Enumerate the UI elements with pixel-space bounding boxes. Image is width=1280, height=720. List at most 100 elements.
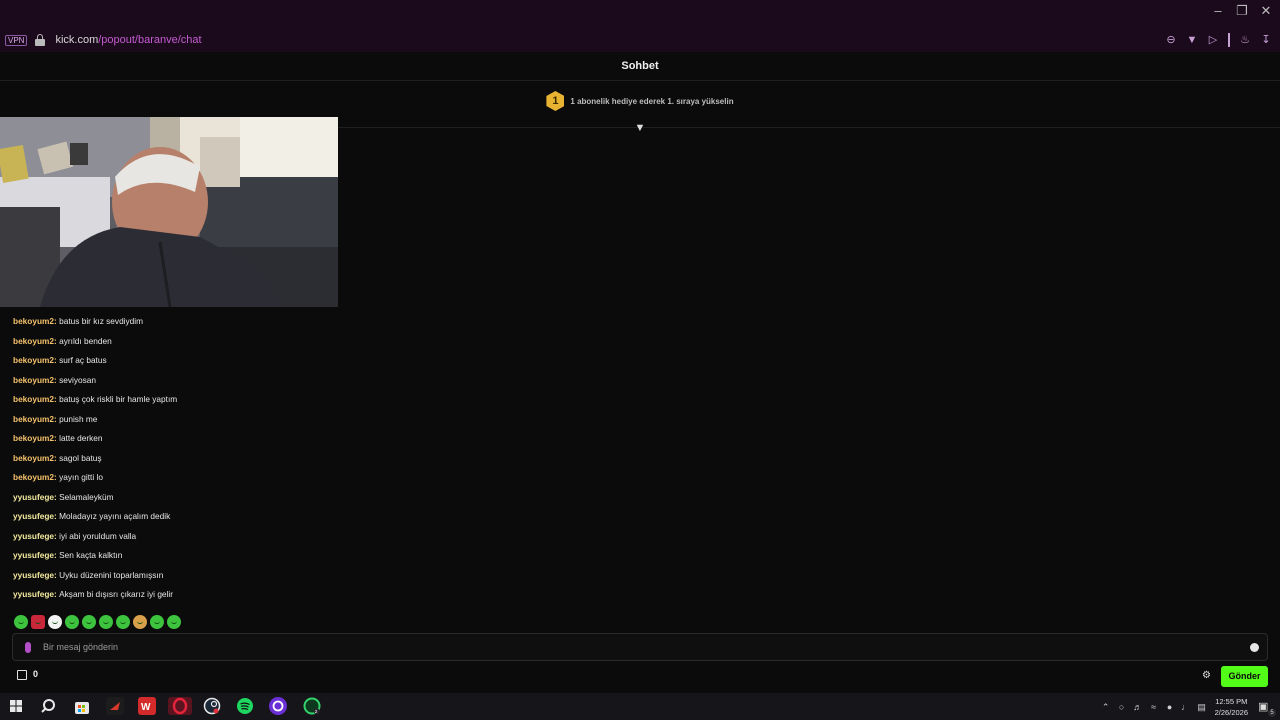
message-input-container[interactable] [12,633,1268,661]
frog-emote-6[interactable] [116,615,130,629]
chat-message: bekoyum2: latte derken [13,430,177,450]
chat-message: yyusufege: Sen kaçta kalktın [13,547,177,567]
frog-emote-9[interactable] [167,615,181,629]
send-button[interactable]: Gönder [1221,666,1268,687]
meet-now-icon[interactable]: ○ [1117,702,1127,712]
face-emote-7[interactable] [133,615,147,629]
emote-bar [14,615,181,629]
frog-emote-5[interactable] [99,615,113,629]
chat-actions: 0 ⚙ Gönder [0,664,1280,689]
gift-count: 0 [33,669,39,679]
message-username[interactable]: bekoyum2 [13,316,54,326]
pocket-icon[interactable]: ▼ [1186,34,1198,46]
minimize-icon[interactable]: – [1212,4,1224,18]
chat-message: bekoyum2: punish me [13,411,177,431]
gear-icon[interactable]: ⚙ [1202,671,1211,681]
wps-icon[interactable]: W [138,697,156,715]
microphone-icon[interactable] [25,642,31,653]
chat-message: bekoyum2: surf aç batus [13,352,177,372]
message-text: batus bir kız sevdiydim [59,316,144,326]
message-username[interactable]: bekoyum2 [13,453,54,463]
chat-title: Sohbet [621,60,659,72]
chat-message: bekoyum2: sagol batuş [13,450,177,470]
wifi-off-icon[interactable]: ≈ [1149,702,1159,712]
emoji-picker-icon[interactable] [1250,643,1259,652]
chat-message: bekoyum2: seviyosan [13,372,177,392]
store-icon[interactable] [73,697,91,715]
message-username[interactable]: bekoyum2 [13,375,54,385]
volume-icon[interactable]: ♬ [1133,702,1143,712]
chat-message: bekoyum2: ayrıldı benden [13,333,177,353]
gift-leaderboard-prompt[interactable]: 1 1 abonelik hediye ederek 1. sıraya yük… [0,82,1280,120]
message-username[interactable]: bekoyum2 [13,394,54,404]
chat-message: bekoyum2: batuş çok riskli bir hamle yap… [13,391,177,411]
whatsapp-icon[interactable]: 2 [303,697,321,715]
message-text: sagol batuş [59,452,102,463]
message-text: punish me [59,413,98,424]
send-icon[interactable]: ▷ [1207,34,1219,46]
message-text: iyi abi yoruldum valla [59,530,137,541]
spotify-icon[interactable] [236,697,254,715]
url-host: kick.com [55,34,99,46]
chat-message: yyusufege: Akşam bi dışısrı çıkarız iyi … [13,586,177,606]
extensions-icon[interactable]: ♨ [1239,34,1251,46]
url-text[interactable]: kick.com/popout/baranve/chat [55,34,201,46]
message-username[interactable]: yyusufege [13,511,54,521]
address-bar[interactable]: VPN kick.com/popout/baranve/chat ⊖ ▼ ▷ ♨… [0,28,1280,52]
svg-text:W: W [141,702,151,713]
message-text: Akşam bi dışısrı çıkarız iyi gelir [59,589,174,599]
gift-prompt-text: 1 abonelik hediye ederek 1. sıraya yükse… [570,96,734,106]
start-icon[interactable] [7,697,25,715]
stream-webcam-image [0,117,338,307]
scroll-down-icon[interactable]: ▼ [634,122,646,134]
zoom-out-icon[interactable]: ⊖ [1165,34,1177,46]
message-text: Moladayız yayını açalım dedik [59,511,171,521]
message-text: yayın gitti lo [59,472,103,482]
vpn-badge[interactable]: VPN [5,34,28,46]
chevron-up-icon[interactable]: ⌃ [1101,702,1111,712]
frog-emote-8[interactable] [150,615,164,629]
system-clock[interactable]: 12:55 PM 2/26/2026 [1215,696,1248,718]
network-icon[interactable]: ▤ [1197,702,1207,712]
gift-icon[interactable] [17,670,27,680]
search-icon[interactable] [39,697,57,715]
message-text: Sen kaçta kalktın [59,550,123,560]
download-icon[interactable]: ↧ [1260,34,1272,46]
steam-icon[interactable] [203,697,221,715]
speaker-icon[interactable]: ♩ [1181,702,1191,712]
chat-message: yyusufege: Moladayız yayını açalım dedik [13,508,177,528]
message-username[interactable]: bekoyum2 [13,433,54,443]
message-username[interactable]: yyusufege [13,570,54,580]
lock-icon[interactable] [35,34,46,46]
message-username[interactable]: yyusufege [13,492,54,502]
message-username[interactable]: bekoyum2 [13,336,54,346]
message-text: ayrıldı benden [59,335,112,346]
message-text: batuş çok riskli bir hamle yaptım [59,394,178,404]
message-username[interactable]: bekoyum2 [13,414,54,424]
message-username[interactable]: yyusufege [13,550,54,560]
message-input[interactable] [43,638,1233,656]
app-circle-icon[interactable] [269,697,287,715]
message-username[interactable]: yyusufege [13,589,54,599]
red-emote-1[interactable] [31,615,45,629]
browser-toolbar: ⊖ ▼ ▷ ♨ ↧ [1165,33,1272,47]
url-path: /popout/baranve/chat [98,34,202,46]
frog-emote-0[interactable] [14,615,28,629]
frog-emote-3[interactable] [65,615,79,629]
message-username[interactable]: bekoyum2 [13,472,54,482]
microphone-tray-icon[interactable]: ● [1165,702,1175,712]
notification-icon[interactable]: ▣ 5 [1258,700,1276,717]
restore-icon[interactable]: ❐ [1236,4,1248,18]
chat-message: bekoyum2: yayın gitti lo [13,469,177,489]
panda-emote-2[interactable] [48,615,62,629]
frog-emote-4[interactable] [82,615,96,629]
opera-icon[interactable] [168,697,192,715]
close-icon[interactable]: ✕ [1260,4,1272,18]
message-username[interactable]: bekoyum2 [13,355,54,365]
app-red-icon[interactable] [106,697,124,715]
message-username[interactable]: yyusufege [13,531,54,541]
toolbar-divider [1228,33,1230,47]
browser-titlebar: – ❐ ✕ [0,0,1280,28]
chat-message: yyusufege: Selamaleyküm [13,489,177,509]
chat-message: yyusufege: Uyku düzenini toparlamışsın [13,567,177,587]
